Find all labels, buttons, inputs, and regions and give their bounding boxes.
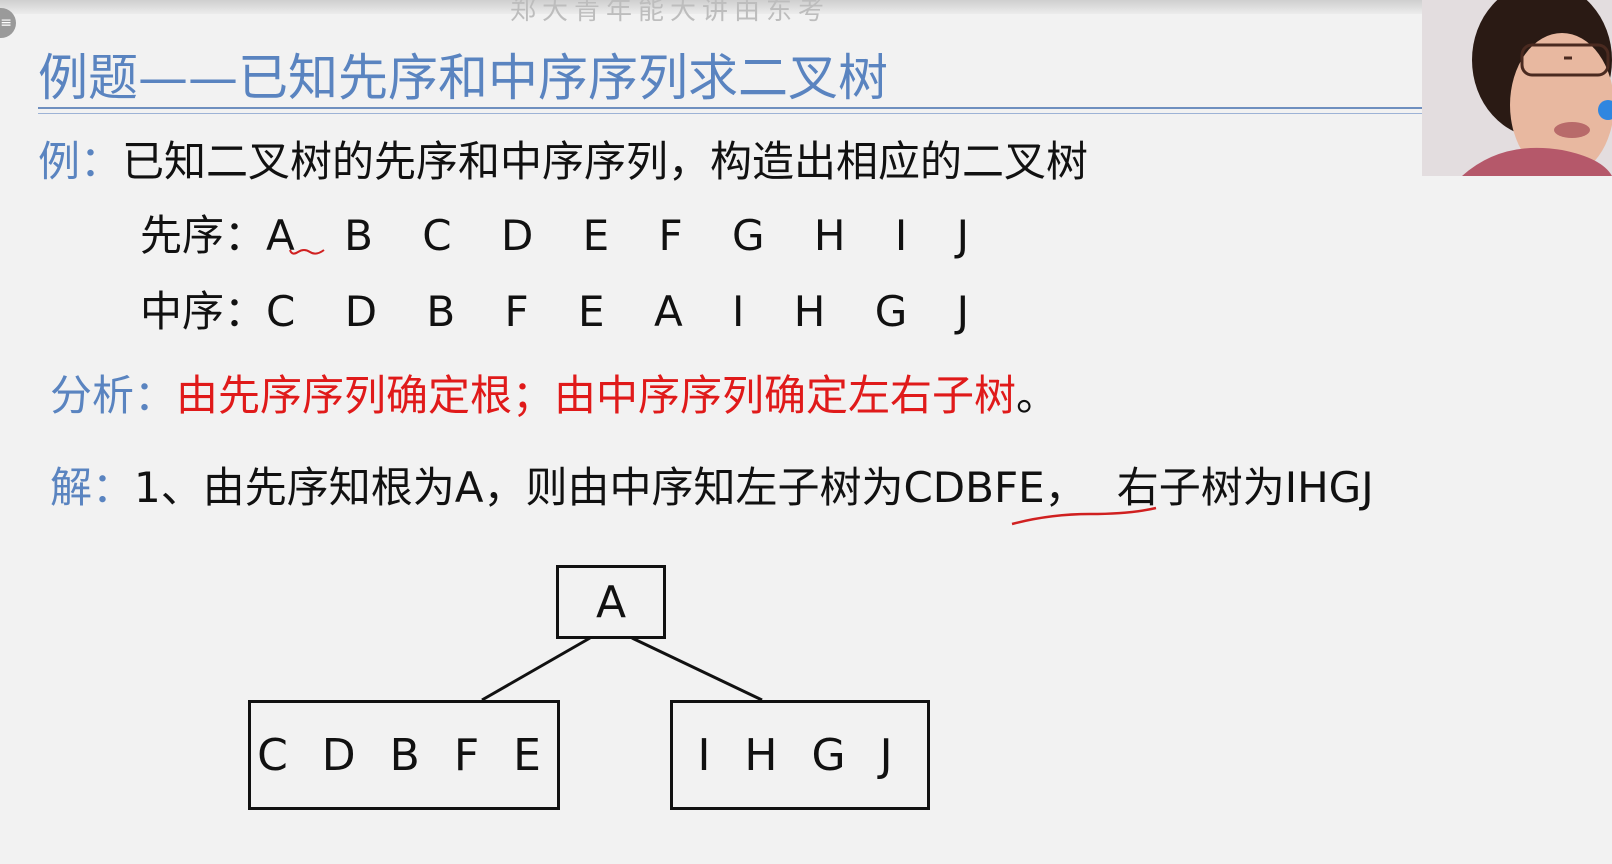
tree-left-label: C D B F E	[257, 729, 551, 781]
tree-root-node: A	[556, 565, 666, 639]
tree-right-label: I H G J	[697, 729, 903, 781]
tree-right-node: I H G J	[670, 700, 930, 810]
tree-root-label: A	[595, 576, 627, 628]
tree-left-node: C D B F E	[248, 700, 560, 810]
